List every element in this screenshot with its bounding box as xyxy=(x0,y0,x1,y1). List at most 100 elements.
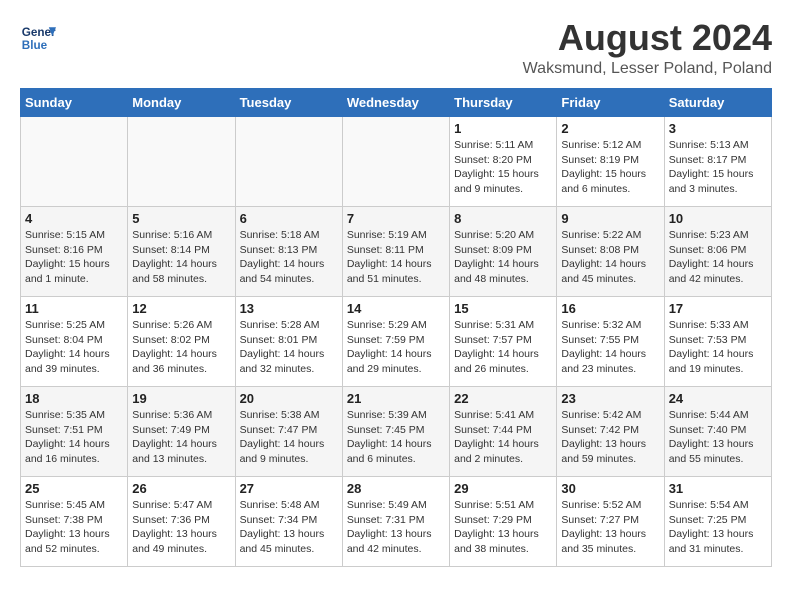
calendar-cell xyxy=(342,117,449,207)
day-info: Sunrise: 5:28 AM Sunset: 8:01 PM Dayligh… xyxy=(240,318,338,377)
calendar-header-row: SundayMondayTuesdayWednesdayThursdayFrid… xyxy=(21,89,772,117)
calendar-cell: 3 Sunrise: 5:13 AM Sunset: 8:17 PM Daylig… xyxy=(664,117,771,207)
svg-text:Blue: Blue xyxy=(22,39,48,52)
day-number: 19 xyxy=(132,391,230,406)
calendar-cell: 24Sunrise: 5:44 AM Sunset: 7:40 PM Dayli… xyxy=(664,387,771,477)
day-info: Sunrise: 5:42 AM Sunset: 7:42 PM Dayligh… xyxy=(561,408,659,467)
day-info: Sunrise: 5:18 AM Sunset: 8:13 PM Dayligh… xyxy=(240,228,338,287)
calendar-cell: 1 Sunrise: 5:11 AM Sunset: 8:20 PM Daylig… xyxy=(450,117,557,207)
calendar-cell: 10 Sunrise: 5:23 AM Sunset: 8:06 PM Dayli… xyxy=(664,207,771,297)
day-number: 26 xyxy=(132,481,230,496)
calendar-cell: 28 Sunrise: 5:49 AM Sunset: 7:31 PM Dayli… xyxy=(342,477,449,567)
calendar-cell: 30Sunrise: 5:52 AM Sunset: 7:27 PM Dayli… xyxy=(557,477,664,567)
calendar-cell: 4 Sunrise: 5:15 AM Sunset: 8:16 PM Daylig… xyxy=(21,207,128,297)
column-header-sunday: Sunday xyxy=(21,89,128,117)
day-number: 23 xyxy=(561,391,659,406)
day-info: Sunrise: 5:13 AM Sunset: 8:17 PM Dayligh… xyxy=(669,138,767,197)
day-number: 29 xyxy=(454,481,552,496)
day-info: Sunrise: 5:26 AM Sunset: 8:02 PM Dayligh… xyxy=(132,318,230,377)
calendar-cell: 17Sunrise: 5:33 AM Sunset: 7:53 PM Dayli… xyxy=(664,297,771,387)
day-number: 18 xyxy=(25,391,123,406)
day-info: Sunrise: 5:11 AM Sunset: 8:20 PM Dayligh… xyxy=(454,138,552,197)
week-row-2: 4 Sunrise: 5:15 AM Sunset: 8:16 PM Daylig… xyxy=(21,207,772,297)
day-info: Sunrise: 5:29 AM Sunset: 7:59 PM Dayligh… xyxy=(347,318,445,377)
week-row-1: 1 Sunrise: 5:11 AM Sunset: 8:20 PM Daylig… xyxy=(21,117,772,207)
calendar-cell xyxy=(21,117,128,207)
day-number: 1 xyxy=(454,121,552,136)
calendar-cell xyxy=(128,117,235,207)
day-info: Sunrise: 5:31 AM Sunset: 7:57 PM Dayligh… xyxy=(454,318,552,377)
calendar-cell: 19 Sunrise: 5:36 AM Sunset: 7:49 PM Dayli… xyxy=(128,387,235,477)
week-row-5: 25Sunrise: 5:45 AM Sunset: 7:38 PM Dayli… xyxy=(21,477,772,567)
calendar-cell: 14Sunrise: 5:29 AM Sunset: 7:59 PM Dayli… xyxy=(342,297,449,387)
day-number: 4 xyxy=(25,211,123,226)
day-info: Sunrise: 5:41 AM Sunset: 7:44 PM Dayligh… xyxy=(454,408,552,467)
day-number: 24 xyxy=(669,391,767,406)
calendar-cell xyxy=(235,117,342,207)
day-info: Sunrise: 5:25 AM Sunset: 8:04 PM Dayligh… xyxy=(25,318,123,377)
day-info: Sunrise: 5:15 AM Sunset: 8:16 PM Dayligh… xyxy=(25,228,123,287)
day-info: Sunrise: 5:49 AM Sunset: 7:31 PM Dayligh… xyxy=(347,498,445,557)
day-number: 12 xyxy=(132,301,230,316)
calendar-cell: 18 Sunrise: 5:35 AM Sunset: 7:51 PM Dayli… xyxy=(21,387,128,477)
calendar-cell: 7Sunrise: 5:19 AM Sunset: 8:11 PM Daylig… xyxy=(342,207,449,297)
day-number: 16 xyxy=(561,301,659,316)
day-number: 30 xyxy=(561,481,659,496)
week-row-3: 11 Sunrise: 5:25 AM Sunset: 8:04 PM Dayli… xyxy=(21,297,772,387)
calendar-cell: 15Sunrise: 5:31 AM Sunset: 7:57 PM Dayli… xyxy=(450,297,557,387)
day-info: Sunrise: 5:36 AM Sunset: 7:49 PM Dayligh… xyxy=(132,408,230,467)
day-info: Sunrise: 5:48 AM Sunset: 7:34 PM Dayligh… xyxy=(240,498,338,557)
calendar-cell: 2Sunrise: 5:12 AM Sunset: 8:19 PM Daylig… xyxy=(557,117,664,207)
day-info: Sunrise: 5:39 AM Sunset: 7:45 PM Dayligh… xyxy=(347,408,445,467)
day-number: 8 xyxy=(454,211,552,226)
day-number: 28 xyxy=(347,481,445,496)
logo-icon: General Blue xyxy=(20,20,56,56)
calendar-cell: 11 Sunrise: 5:25 AM Sunset: 8:04 PM Dayli… xyxy=(21,297,128,387)
day-info: Sunrise: 5:12 AM Sunset: 8:19 PM Dayligh… xyxy=(561,138,659,197)
day-info: Sunrise: 5:16 AM Sunset: 8:14 PM Dayligh… xyxy=(132,228,230,287)
calendar-cell: 31Sunrise: 5:54 AM Sunset: 7:25 PM Dayli… xyxy=(664,477,771,567)
day-info: Sunrise: 5:23 AM Sunset: 8:06 PM Dayligh… xyxy=(669,228,767,287)
day-info: Sunrise: 5:51 AM Sunset: 7:29 PM Dayligh… xyxy=(454,498,552,557)
day-number: 20 xyxy=(240,391,338,406)
calendar-cell: 26 Sunrise: 5:47 AM Sunset: 7:36 PM Dayli… xyxy=(128,477,235,567)
day-info: Sunrise: 5:19 AM Sunset: 8:11 PM Dayligh… xyxy=(347,228,445,287)
calendar-cell: 12 Sunrise: 5:26 AM Sunset: 8:02 PM Dayli… xyxy=(128,297,235,387)
month-year: August 2024 xyxy=(523,20,772,56)
calendar-cell: 5Sunrise: 5:16 AM Sunset: 8:14 PM Daylig… xyxy=(128,207,235,297)
day-number: 17 xyxy=(669,301,767,316)
calendar-cell: 6Sunrise: 5:18 AM Sunset: 8:13 PM Daylig… xyxy=(235,207,342,297)
calendar-cell: 8 Sunrise: 5:20 AM Sunset: 8:09 PM Daylig… xyxy=(450,207,557,297)
day-info: Sunrise: 5:54 AM Sunset: 7:25 PM Dayligh… xyxy=(669,498,767,557)
day-number: 27 xyxy=(240,481,338,496)
column-header-thursday: Thursday xyxy=(450,89,557,117)
logo: General Blue xyxy=(20,20,56,56)
calendar-cell: 13 Sunrise: 5:28 AM Sunset: 8:01 PM Dayli… xyxy=(235,297,342,387)
calendar-cell: 20 Sunrise: 5:38 AM Sunset: 7:47 PM Dayli… xyxy=(235,387,342,477)
day-info: Sunrise: 5:20 AM Sunset: 8:09 PM Dayligh… xyxy=(454,228,552,287)
day-number: 3 xyxy=(669,121,767,136)
day-number: 22 xyxy=(454,391,552,406)
day-number: 13 xyxy=(240,301,338,316)
day-info: Sunrise: 5:47 AM Sunset: 7:36 PM Dayligh… xyxy=(132,498,230,557)
page-header: General Blue August 2024 Waksmund, Lesse… xyxy=(20,20,772,78)
day-info: Sunrise: 5:32 AM Sunset: 7:55 PM Dayligh… xyxy=(561,318,659,377)
day-number: 21 xyxy=(347,391,445,406)
day-info: Sunrise: 5:35 AM Sunset: 7:51 PM Dayligh… xyxy=(25,408,123,467)
calendar-cell: 22 Sunrise: 5:41 AM Sunset: 7:44 PM Dayli… xyxy=(450,387,557,477)
title-block: August 2024 Waksmund, Lesser Poland, Pol… xyxy=(523,20,772,78)
calendar-cell: 9Sunrise: 5:22 AM Sunset: 8:08 PM Daylig… xyxy=(557,207,664,297)
day-info: Sunrise: 5:38 AM Sunset: 7:47 PM Dayligh… xyxy=(240,408,338,467)
calendar-cell: 29 Sunrise: 5:51 AM Sunset: 7:29 PM Dayli… xyxy=(450,477,557,567)
column-header-monday: Monday xyxy=(128,89,235,117)
column-header-friday: Friday xyxy=(557,89,664,117)
location: Waksmund, Lesser Poland, Poland xyxy=(523,60,772,78)
day-number: 11 xyxy=(25,301,123,316)
day-info: Sunrise: 5:22 AM Sunset: 8:08 PM Dayligh… xyxy=(561,228,659,287)
calendar-cell: 25Sunrise: 5:45 AM Sunset: 7:38 PM Dayli… xyxy=(21,477,128,567)
week-row-4: 18 Sunrise: 5:35 AM Sunset: 7:51 PM Dayli… xyxy=(21,387,772,477)
column-header-tuesday: Tuesday xyxy=(235,89,342,117)
day-number: 10 xyxy=(669,211,767,226)
column-header-wednesday: Wednesday xyxy=(342,89,449,117)
calendar-cell: 16 Sunrise: 5:32 AM Sunset: 7:55 PM Dayli… xyxy=(557,297,664,387)
